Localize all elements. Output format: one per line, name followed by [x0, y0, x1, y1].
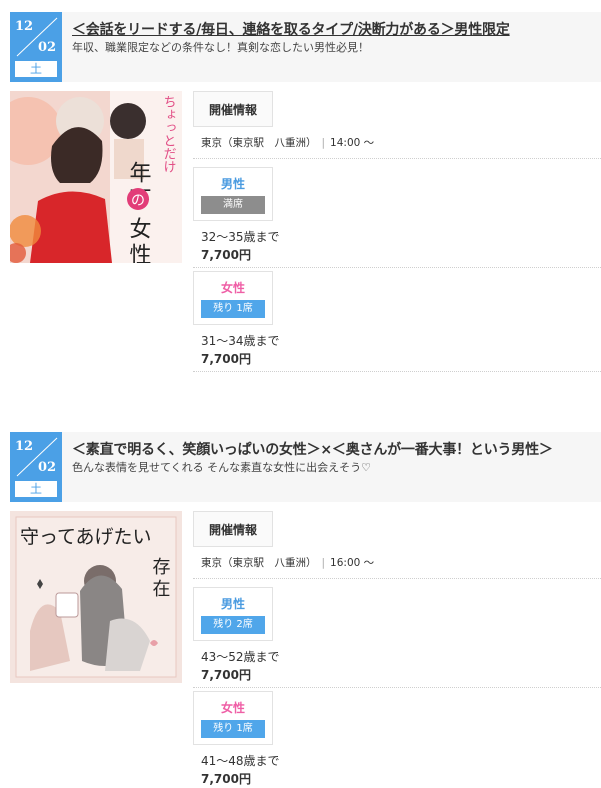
date-weekday: 土 — [15, 61, 57, 77]
event-image[interactable]: ちょっとだけ 年下 の 女性 — [10, 91, 182, 263]
image-caption-vertical: ちょっとだけ — [161, 95, 176, 173]
info-label: 開催情報 — [193, 91, 273, 127]
venue-row: 東京（東京駅 八重洲） | 16:00 ～ — [193, 554, 601, 579]
venue-name: 東京（東京駅 八重洲） — [201, 557, 317, 569]
svg-text:女性: 女性 — [126, 217, 152, 263]
start-time: 14:00 ～ — [330, 137, 375, 149]
event-header: 12 02 土 ＜素直で明るく、笑顔いっぱいの女性＞×＜奥さんが一番大事！という… — [10, 432, 601, 502]
male-age: 32～35歳まで — [201, 230, 280, 244]
venue-row: 東京（東京駅 八重洲） | 14:00 ～ — [193, 134, 601, 159]
date-day: 02 — [38, 40, 57, 55]
event-subtitle: 色んな表情を見せてくれる そんな素直な女性に出会えそう♡ — [72, 461, 372, 474]
image-caption-main: 存在 — [150, 557, 171, 601]
event-title-link[interactable]: ＜会話をリードする/毎日、連絡を取るタイプ/決断力がある＞男性限定 — [72, 22, 510, 38]
event-subtitle: 年収、職業限定などの条件なし！真剣な恋したい男性必見！ — [72, 41, 369, 54]
info-label: 開催情報 — [193, 511, 273, 547]
female-label: 女性 — [220, 701, 245, 715]
female-box[interactable]: 女性 残り 1席 — [193, 691, 273, 745]
male-price: 7,700円 — [201, 248, 251, 262]
male-label: 男性 — [220, 597, 245, 611]
svg-text:の: の — [131, 193, 145, 209]
female-price: 7,700円 — [201, 772, 251, 786]
divider — [193, 267, 601, 268]
date-box: 12 02 土 — [10, 12, 62, 82]
event-title[interactable]: ＜会話をリードする/毎日、連絡を取るタイプ/決断力がある＞男性限定 — [72, 19, 510, 39]
divider — [193, 371, 601, 372]
event-header: 12 02 土 ＜会話をリードする/毎日、連絡を取るタイプ/決断力がある＞男性限… — [10, 12, 601, 82]
male-status-badge: 満席 — [201, 196, 265, 214]
female-price: 7,700円 — [201, 352, 251, 366]
female-status-badge[interactable]: 残り 1席 — [201, 300, 265, 318]
event-details: 開催情報 東京（東京駅 八重洲） | 16:00 ～ 男性 残り 2席 43～52歳… — [193, 511, 601, 788]
event-card: 12 02 土 ＜素直で明るく、笑顔いっぱいの女性＞×＜奥さんが一番大事！という… — [10, 432, 601, 786]
female-box[interactable]: 女性 残り 1席 — [193, 271, 273, 325]
event-card: 12 02 土 ＜会話をリードする/毎日、連絡を取るタイプ/決断力がある＞男性限… — [10, 12, 601, 372]
female-status-badge[interactable]: 残り 1席 — [201, 720, 265, 738]
divider — [193, 687, 601, 688]
date-month: 12 — [15, 19, 34, 34]
date-weekday: 土 — [15, 481, 57, 497]
male-box[interactable]: 男性 残り 2席 — [193, 587, 273, 641]
female-label: 女性 — [220, 281, 245, 295]
event-details: 開催情報 東京（東京駅 八重洲） | 14:00 ～ 男性 満席 32～35歳まで … — [193, 91, 601, 372]
event-title[interactable]: ＜素直で明るく、笑顔いっぱいの女性＞×＜奥さんが一番大事！という男性＞ — [72, 439, 553, 459]
male-age: 43～52歳まで — [201, 650, 280, 664]
date-day: 02 — [38, 460, 57, 475]
male-status-badge[interactable]: 残り 2席 — [201, 616, 265, 634]
event-image[interactable]: 守ってあげたい 存在 — [10, 511, 182, 683]
venue-name: 東京（東京駅 八重洲） — [201, 137, 317, 149]
date-month: 12 — [15, 439, 34, 454]
date-box: 12 02 土 — [10, 432, 62, 502]
start-time: 16:00 ～ — [330, 557, 375, 569]
image-caption-top: 守ってあげたい — [20, 526, 151, 548]
male-label: 男性 — [220, 177, 245, 191]
separator: | — [321, 557, 326, 569]
female-age: 31～34歳まで — [201, 334, 280, 348]
male-box: 男性 満席 — [193, 167, 273, 221]
separator: | — [321, 137, 326, 149]
male-price: 7,700円 — [201, 668, 251, 682]
female-age: 41～48歳まで — [201, 754, 280, 768]
